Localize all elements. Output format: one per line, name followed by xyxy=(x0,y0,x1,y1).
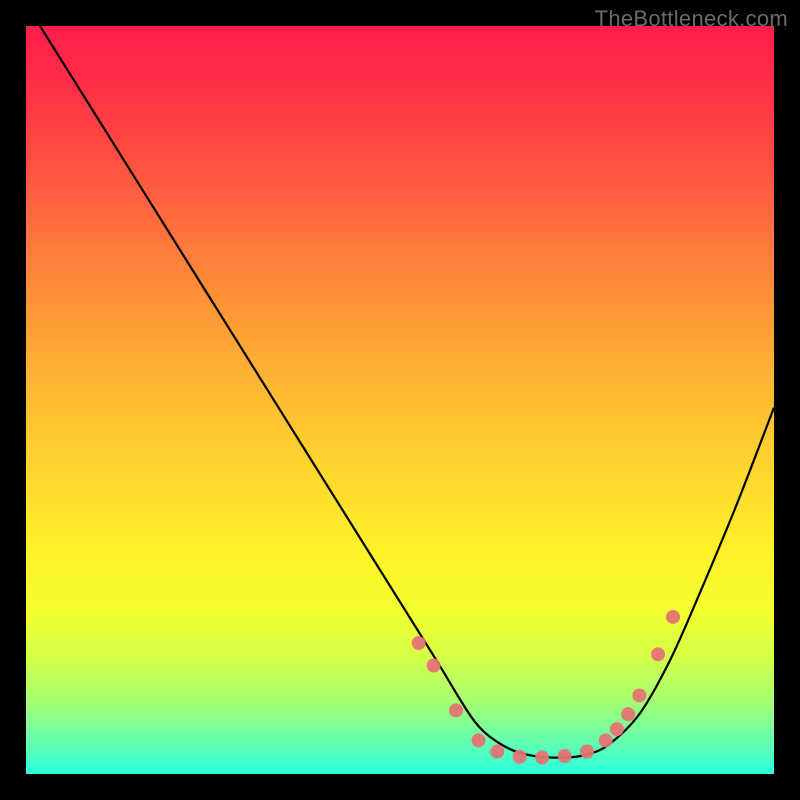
marker-dot xyxy=(490,745,504,759)
marker-dot xyxy=(427,659,441,673)
marker-dot xyxy=(666,610,680,624)
marker-dot xyxy=(610,722,624,736)
marker-dot xyxy=(513,750,527,764)
marker-dot xyxy=(472,733,486,747)
marker-dot xyxy=(535,751,549,765)
chart-svg xyxy=(26,26,774,774)
marker-dot xyxy=(412,636,426,650)
marker-dot xyxy=(599,733,613,747)
marker-dot xyxy=(580,745,594,759)
marker-dot xyxy=(621,707,635,721)
marker-dot xyxy=(632,688,646,702)
marker-dot xyxy=(558,749,572,763)
watermark-text: TheBottleneck.com xyxy=(595,6,788,32)
marker-dot xyxy=(449,703,463,717)
chart-plot-area xyxy=(26,26,774,774)
bottleneck-curve xyxy=(26,26,774,758)
marker-dot xyxy=(651,647,665,661)
